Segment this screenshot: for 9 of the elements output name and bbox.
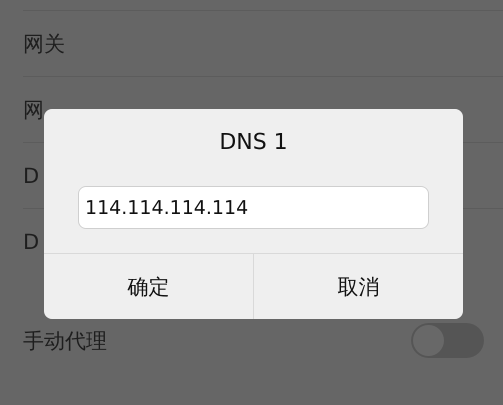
dialog-title: DNS 1 bbox=[218, 130, 289, 157]
setting-label: D bbox=[23, 164, 40, 188]
dialog-button[interactable]: 确定 bbox=[44, 254, 253, 319]
setting-label: 手动代理 bbox=[23, 328, 107, 354]
setting-label: 网关 bbox=[23, 30, 65, 58]
setting-label: 网 bbox=[23, 96, 44, 124]
dialog-button[interactable]: 取消 bbox=[253, 254, 463, 319]
input-field[interactable]: 114.114.114.114 bbox=[78, 186, 429, 229]
setting-label: D bbox=[23, 230, 40, 254]
